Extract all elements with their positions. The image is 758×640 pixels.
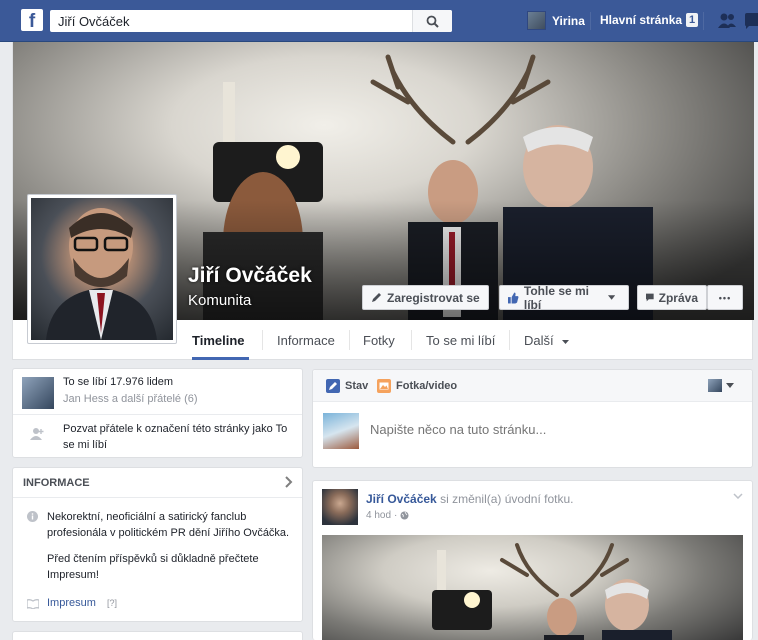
- pencil-icon: [326, 379, 340, 393]
- invite-friends-link[interactable]: Pozvat přátele k označení této stránky j…: [63, 421, 295, 453]
- tab-more[interactable]: Další: [524, 333, 570, 348]
- tab-fotky[interactable]: Fotky: [363, 333, 395, 348]
- thumbs-up-icon: [508, 292, 519, 303]
- page-description: Nekorektní, neoficiální a satirický fanc…: [47, 511, 290, 539]
- facebook-logo-icon[interactable]: f: [21, 9, 43, 31]
- book-icon: [27, 599, 39, 609]
- post-cover-photo[interactable]: [322, 535, 743, 640]
- post-as-selector[interactable]: [708, 379, 734, 392]
- impresum-help[interactable]: [?]: [107, 598, 117, 608]
- top-navigation-bar: f Yirina Hlavní stránka 1: [0, 0, 758, 42]
- timeline-post: Jiří Ovčáček si změnil(a) úvodní fotku. …: [312, 480, 753, 640]
- tab-informace[interactable]: Informace: [277, 333, 335, 348]
- home-link[interactable]: Hlavní stránka 1: [600, 13, 699, 27]
- profile-portrait: [46, 208, 157, 340]
- post-header: Jiří Ovčáček si změnil(a) úvodní fotku.: [366, 492, 573, 506]
- add-friend-icon: [30, 428, 44, 440]
- composer-input[interactable]: [370, 422, 730, 437]
- active-tab-indicator: [192, 357, 249, 360]
- divider: [13, 497, 302, 498]
- globe-icon: [400, 511, 409, 520]
- search-icon: [426, 15, 439, 28]
- register-label: Zaregistrovat se: [387, 290, 480, 305]
- post-options-chevron-icon[interactable]: [733, 493, 743, 499]
- like-label: Tohle se mi líbí: [523, 283, 590, 312]
- profile-photo: [31, 198, 173, 340]
- info-card: INFORMACE Nekorektní, neoficiální a sati…: [12, 467, 303, 622]
- register-button[interactable]: Zaregistrovat se: [362, 285, 489, 310]
- message-icon: [646, 293, 654, 302]
- search-button[interactable]: [412, 10, 452, 32]
- page-note: Před čtením příspěvků si důkladně přečte…: [47, 553, 259, 581]
- tab-divider: [262, 330, 263, 350]
- caret-down-icon: [607, 295, 616, 300]
- tab-divider: [509, 330, 510, 350]
- next-left-card: [12, 631, 303, 640]
- message-label: Zpráva: [658, 290, 698, 305]
- divider: [13, 414, 302, 415]
- tab-divider: [411, 330, 412, 350]
- friend-requests-icon[interactable]: [717, 12, 737, 33]
- friends-who-like[interactable]: Jan Hess a další přátelé (6): [63, 393, 198, 405]
- page-category[interactable]: Komunita: [188, 292, 251, 309]
- more-options-button[interactable]: •••: [707, 285, 743, 310]
- likes-card: To se líbí 17.976 lidem Jan Hess a další…: [12, 368, 303, 458]
- info-icon: [27, 511, 38, 522]
- post-meta: 4 hod ·: [366, 510, 409, 521]
- photo-icon: [377, 379, 391, 393]
- search-box: [50, 10, 452, 32]
- composer-tab-photo[interactable]: Fotka/video: [377, 379, 457, 393]
- post-photo-graphic: [432, 543, 672, 640]
- home-count-badge: 1: [686, 13, 699, 27]
- tab-likes[interactable]: To se mi líbí: [426, 333, 495, 348]
- composer-tab-status[interactable]: Stav: [326, 379, 368, 393]
- tab-divider: [349, 330, 350, 350]
- post-author-link[interactable]: Jiří Ovčáček: [366, 492, 437, 506]
- home-label: Hlavní stránka: [600, 13, 683, 27]
- page-thumbnail[interactable]: [22, 377, 54, 409]
- page-tabs: Timeline Informace Fotky To se mi líbí D…: [13, 320, 754, 360]
- profile-link[interactable]: Yirina: [527, 11, 585, 30]
- photo-tab-label: Fotka/video: [396, 380, 458, 392]
- chevron-right-icon[interactable]: [285, 476, 293, 488]
- post-action-text: si změnil(a) úvodní fotku.: [440, 492, 574, 506]
- post-meta-separator: ·: [394, 510, 398, 521]
- more-label: •••: [718, 292, 732, 303]
- tab-more-label: Další: [524, 333, 554, 348]
- page-header-card: Jiří Ovčáček Komunita Zaregistrovat se T…: [12, 42, 754, 360]
- search-input[interactable]: [50, 10, 412, 32]
- info-card-title: INFORMACE: [23, 477, 90, 489]
- nav-divider: [590, 12, 591, 30]
- likes-count[interactable]: To se líbí 17.976 lidem: [63, 376, 173, 388]
- user-name: Yirina: [552, 13, 585, 28]
- like-page-button[interactable]: Tohle se mi líbí: [499, 283, 629, 312]
- messages-icon[interactable]: [745, 12, 758, 33]
- caret-down-icon: [562, 339, 570, 344]
- selector-avatar: [708, 379, 722, 392]
- post-author-avatar[interactable]: [322, 489, 358, 525]
- post-composer: Stav Fotka/video: [312, 369, 753, 468]
- message-button[interactable]: Zpráva: [637, 285, 707, 310]
- user-avatar: [527, 11, 546, 30]
- nav-divider: [703, 12, 704, 30]
- status-tab-label: Stav: [345, 380, 369, 392]
- caret-down-icon: [726, 383, 734, 388]
- impresum-link[interactable]: Impresum: [47, 597, 96, 609]
- composer-tabs: Stav Fotka/video: [313, 370, 752, 402]
- tab-timeline[interactable]: Timeline: [192, 333, 245, 348]
- composer-user-avatar: [323, 413, 359, 449]
- post-timestamp[interactable]: 4 hod: [366, 510, 391, 521]
- pencil-icon: [372, 293, 381, 302]
- page-title: Jiří Ovčáček: [188, 264, 312, 287]
